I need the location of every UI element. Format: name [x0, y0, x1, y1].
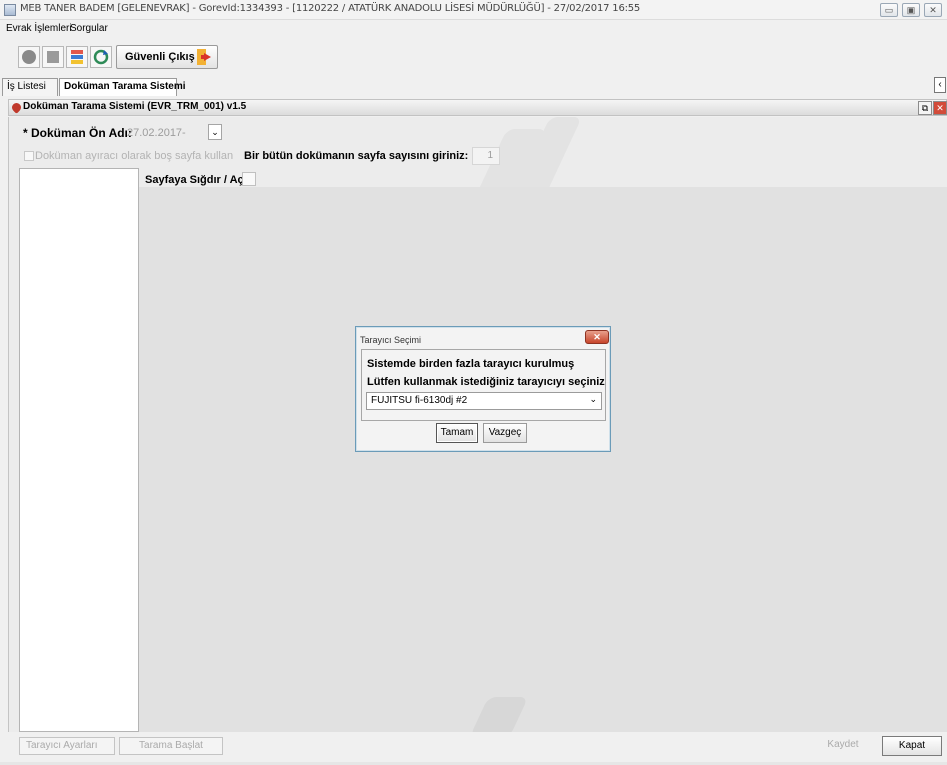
secure-exit-label: Güvenli Çıkış [125, 51, 195, 63]
separator-label: Doküman ayıracı olarak boş sayfa kullan [35, 150, 234, 162]
scanner-select[interactable]: FUJITSU fi-6130dj #2 ⌄ [366, 392, 602, 410]
dialog-close-icon[interactable]: ✕ [585, 330, 609, 344]
frame-logo-icon [10, 101, 23, 114]
close-frame-icon[interactable]: ✕ [933, 101, 947, 115]
menu-bar [0, 20, 947, 38]
frame-title: Doküman Tarama Sistemi (EVR_TRM_001) v1.… [23, 101, 247, 112]
tab-is-listesi[interactable]: İş Listesi [2, 78, 58, 96]
save-button[interactable]: Kaydet [812, 737, 874, 755]
chevron-down-icon: ⌄ [589, 394, 597, 404]
notes-icon[interactable] [66, 46, 88, 68]
dialog-message-line2: Lütfen kullanmak istediğiniz tarayıcıyı … [367, 376, 605, 388]
scanner-selection-dialog: Tarayıcı Seçimi ✕ Sistemde birden fazla … [355, 326, 611, 452]
dialog-body: Sistemde birden fazla tarayıcı kurulmuş … [361, 349, 606, 421]
start-scan-button[interactable]: Tarama Başlat [119, 737, 223, 755]
exit-door-icon [195, 48, 215, 69]
close-window-icon[interactable]: ✕ [924, 3, 942, 17]
collapse-panel-icon[interactable]: ‹ [934, 77, 946, 93]
dialog-message-line1: Sistemde birden fazla tarayıcı kurulmuş [367, 358, 575, 370]
page-thumbnail-list[interactable] [19, 168, 139, 732]
window-title: MEB TANER BADEM [GELENEVRAK] - GorevId:1… [20, 3, 641, 14]
dialog-title: Tarayıcı Seçimi [360, 335, 422, 345]
watermark-shape [469, 697, 529, 737]
app-icon [4, 4, 16, 16]
stop-icon[interactable] [42, 46, 64, 68]
menu-sorgular[interactable]: Sorgular [70, 23, 108, 34]
cancel-button[interactable]: Vazgeç [483, 423, 527, 443]
refresh-icon[interactable] [90, 46, 112, 68]
fit-to-page-checkbox[interactable] [242, 172, 256, 186]
menu-evrak-islemleri[interactable]: Evrak İşlemleri [6, 23, 72, 34]
secure-exit-button[interactable]: Güvenli Çıkış [116, 45, 218, 69]
chevron-down-icon[interactable]: ⌄ [208, 124, 222, 140]
close-button[interactable]: Kapat [882, 736, 942, 756]
scan-preview-area [139, 187, 947, 737]
separator-checkbox[interactable] [24, 151, 34, 161]
ok-button[interactable]: Tamam [436, 423, 478, 443]
doc-name-label: * Doküman Ön Adı: [23, 126, 132, 140]
record-icon[interactable] [18, 46, 40, 68]
page-count-label: Bir bütün dokümanın sayfa sayısını girin… [244, 150, 469, 162]
page-count-input[interactable]: 1 [472, 147, 500, 165]
restore-frame-icon[interactable]: ⧉ [918, 101, 932, 115]
doc-name-field[interactable]: 27.02.2017- [127, 127, 186, 139]
minimize-icon[interactable]: ▭ [880, 3, 898, 17]
scanner-settings-button[interactable]: Tarayıcı Ayarları [19, 737, 115, 755]
maximize-icon[interactable]: ▣ [902, 3, 920, 17]
tab-dokuman-tarama[interactable]: Doküman Tarama Sistemi [59, 78, 186, 96]
scanner-select-value: FUJITSU fi-6130dj #2 [371, 395, 468, 406]
fit-to-page-label: Sayfaya Sığdır / Aç [145, 174, 244, 186]
internal-frame-header: Doküman Tarama Sistemi (EVR_TRM_001) v1.… [8, 99, 947, 116]
